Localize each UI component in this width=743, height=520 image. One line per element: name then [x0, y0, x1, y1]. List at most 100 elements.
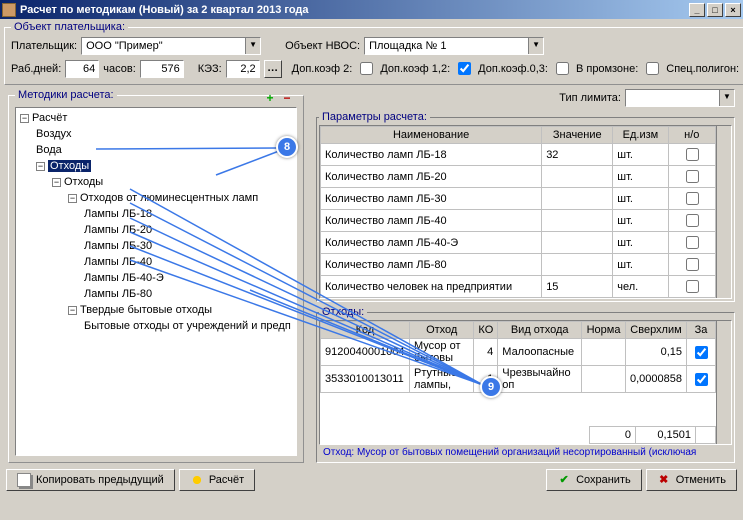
wastes-col-code: Код: [321, 322, 410, 339]
hours-label: часов:: [103, 63, 136, 75]
collapse-icon[interactable]: −: [52, 178, 61, 187]
tree-waste-sub[interactable]: Отходы: [64, 176, 103, 188]
table-row[interactable]: 9120040001004Мусор от бытовы4Малоопасные…: [321, 339, 716, 366]
dop12-label: Доп.коэф 1,2:: [380, 63, 450, 75]
payer-legend: Объект плательщика:: [11, 21, 128, 33]
payer-combo[interactable]: ООО "Пример"▼: [81, 37, 261, 55]
tree-lamp20[interactable]: Лампы ЛБ-20: [84, 224, 152, 236]
vpromzone-checkbox[interactable]: [646, 62, 659, 75]
chevron-down-icon[interactable]: ▼: [528, 38, 543, 54]
no-checkbox[interactable]: [686, 258, 699, 271]
work-days-label: Раб.дней:: [11, 63, 61, 75]
table-row[interactable]: Количество ламп ЛБ-80шт.: [321, 254, 716, 276]
no-checkbox[interactable]: [686, 236, 699, 249]
wastes-legend: Отходы:: [319, 306, 367, 318]
tree-air[interactable]: Воздух: [36, 128, 72, 140]
window-title: Расчет по методикам (Новый) за 2 квартал…: [20, 4, 687, 16]
minimize-button[interactable]: _: [689, 3, 705, 17]
no-checkbox[interactable]: [686, 214, 699, 227]
collapse-icon[interactable]: −: [20, 114, 29, 123]
wastes-col-waste: Отход: [410, 322, 474, 339]
wastes-col-za: За: [687, 322, 716, 339]
tree-lamp30[interactable]: Лампы ЛБ-30: [84, 240, 152, 252]
methods-tree[interactable]: −Расчёт Воздух Вода −Отходы −Отходы −Отх…: [15, 107, 297, 456]
dop2-checkbox[interactable]: [360, 62, 373, 75]
tree-solid[interactable]: Твердые бытовые отходы: [80, 304, 212, 316]
tree-lamp40e[interactable]: Лампы ЛБ-40-Э: [84, 272, 164, 284]
tree-root[interactable]: Расчёт: [32, 112, 67, 124]
chevron-down-icon[interactable]: ▼: [245, 38, 260, 54]
payer-group: Объект плательщика: Плательщик: ООО "При…: [4, 21, 743, 85]
spec-label: Спец.полигон:: [666, 63, 739, 75]
dop03-label: Доп.коэф.0,3:: [478, 63, 548, 75]
wastes-sum-over: 0,1501: [636, 427, 696, 444]
maximize-button[interactable]: □: [707, 3, 723, 17]
no-checkbox[interactable]: [686, 170, 699, 183]
wastes-col-over: Сверхлим: [625, 322, 686, 339]
params-col-name: Наименование: [321, 127, 542, 144]
wastes-col-type: Вид отхода: [498, 322, 582, 339]
dop12-checkbox[interactable]: [458, 62, 471, 75]
za-checkbox[interactable]: [695, 346, 708, 359]
table-row[interactable]: Количество ламп ЛБ-20шт.: [321, 166, 716, 188]
tree-water[interactable]: Вода: [36, 144, 62, 156]
chevron-down-icon[interactable]: ▼: [719, 90, 734, 106]
remove-method-button[interactable]: −: [279, 91, 295, 107]
kez-input[interactable]: [226, 60, 260, 78]
tree-lamp80[interactable]: Лампы ЛБ-80: [84, 288, 152, 300]
table-row[interactable]: Количество ламп ЛБ-30шт.: [321, 188, 716, 210]
kez-label: КЭЗ:: [198, 63, 222, 75]
wastes-col-ko: КО: [474, 322, 498, 339]
wastes-col-norm: Норма: [582, 322, 626, 339]
table-row[interactable]: Количество человек на предприятии15чел.: [321, 276, 716, 298]
table-row[interactable]: Количество ламп ЛБ-40шт.: [321, 210, 716, 232]
limit-label: Тип лимита:: [559, 92, 621, 104]
save-button[interactable]: ✔Сохранить: [546, 469, 642, 491]
no-checkbox[interactable]: [686, 192, 699, 205]
object-combo[interactable]: Площадка № 1▼: [364, 37, 544, 55]
wastes-table[interactable]: Код Отход КО Вид отхода Норма Сверхлим З…: [320, 321, 716, 393]
tree-waste-selected[interactable]: Отходы: [48, 160, 91, 172]
wastes-scrollbar[interactable]: [716, 321, 731, 444]
copy-prev-button[interactable]: Копировать предыдущий: [6, 469, 175, 491]
table-row[interactable]: 3533010013011Ртутные лампы,1Чрезвычайно …: [321, 366, 716, 393]
vpromzone-label: В промзоне:: [576, 63, 638, 75]
copy-icon: [17, 473, 31, 487]
cancel-icon: ✖: [657, 473, 671, 487]
dop2-label: Доп.коэф 2:: [292, 63, 353, 75]
params-scrollbar[interactable]: [716, 126, 731, 298]
tree-lum[interactable]: Отходов от люминесцентных ламп: [80, 192, 258, 204]
object-label: Объект НВОС:: [285, 40, 360, 52]
dop03-checkbox[interactable]: [556, 62, 569, 75]
hours-input[interactable]: [140, 60, 184, 78]
table-row[interactable]: Количество ламп ЛБ-40-Эшт.: [321, 232, 716, 254]
collapse-icon[interactable]: −: [36, 162, 45, 171]
calc-button[interactable]: Расчёт: [179, 469, 255, 491]
work-days-input[interactable]: [65, 60, 99, 78]
kez-browse-button[interactable]: …: [264, 60, 282, 78]
no-checkbox[interactable]: [686, 148, 699, 161]
tree-solid-sub[interactable]: Бытовые отходы от учреждений и предп: [84, 320, 291, 332]
methods-legend: Методики расчета:: [15, 89, 117, 101]
za-checkbox[interactable]: [695, 373, 708, 386]
payer-label: Плательщик:: [11, 40, 77, 52]
calc-icon: [190, 473, 204, 487]
add-method-button[interactable]: +: [262, 91, 278, 107]
check-icon: ✔: [557, 473, 571, 487]
cancel-button[interactable]: ✖Отменить: [646, 469, 737, 491]
close-button[interactable]: ×: [725, 3, 741, 17]
params-legend: Параметры расчета:: [319, 111, 430, 123]
params-group: Параметры расчета: Наименование Значение…: [316, 111, 735, 302]
collapse-icon[interactable]: −: [68, 306, 77, 315]
wastes-group: Отходы: Код Отход КО Вид отхода Норма Св…: [316, 306, 735, 463]
limit-combo[interactable]: ▼: [625, 89, 735, 107]
tree-lamp40[interactable]: Лампы ЛБ-40: [84, 256, 152, 268]
no-checkbox[interactable]: [686, 280, 699, 293]
methods-group: Методики расчета: + − −Расчёт Воздух Вод…: [8, 89, 304, 463]
params-col-unit: Ед.изм: [613, 127, 668, 144]
params-table[interactable]: Наименование Значение Ед.изм н/о Количес…: [320, 126, 716, 298]
tree-lamp18[interactable]: Лампы ЛБ-18: [84, 208, 152, 220]
collapse-icon[interactable]: −: [68, 194, 77, 203]
titlebar: Расчет по методикам (Новый) за 2 квартал…: [0, 0, 743, 19]
table-row[interactable]: Количество ламп ЛБ-1832шт.: [321, 144, 716, 166]
